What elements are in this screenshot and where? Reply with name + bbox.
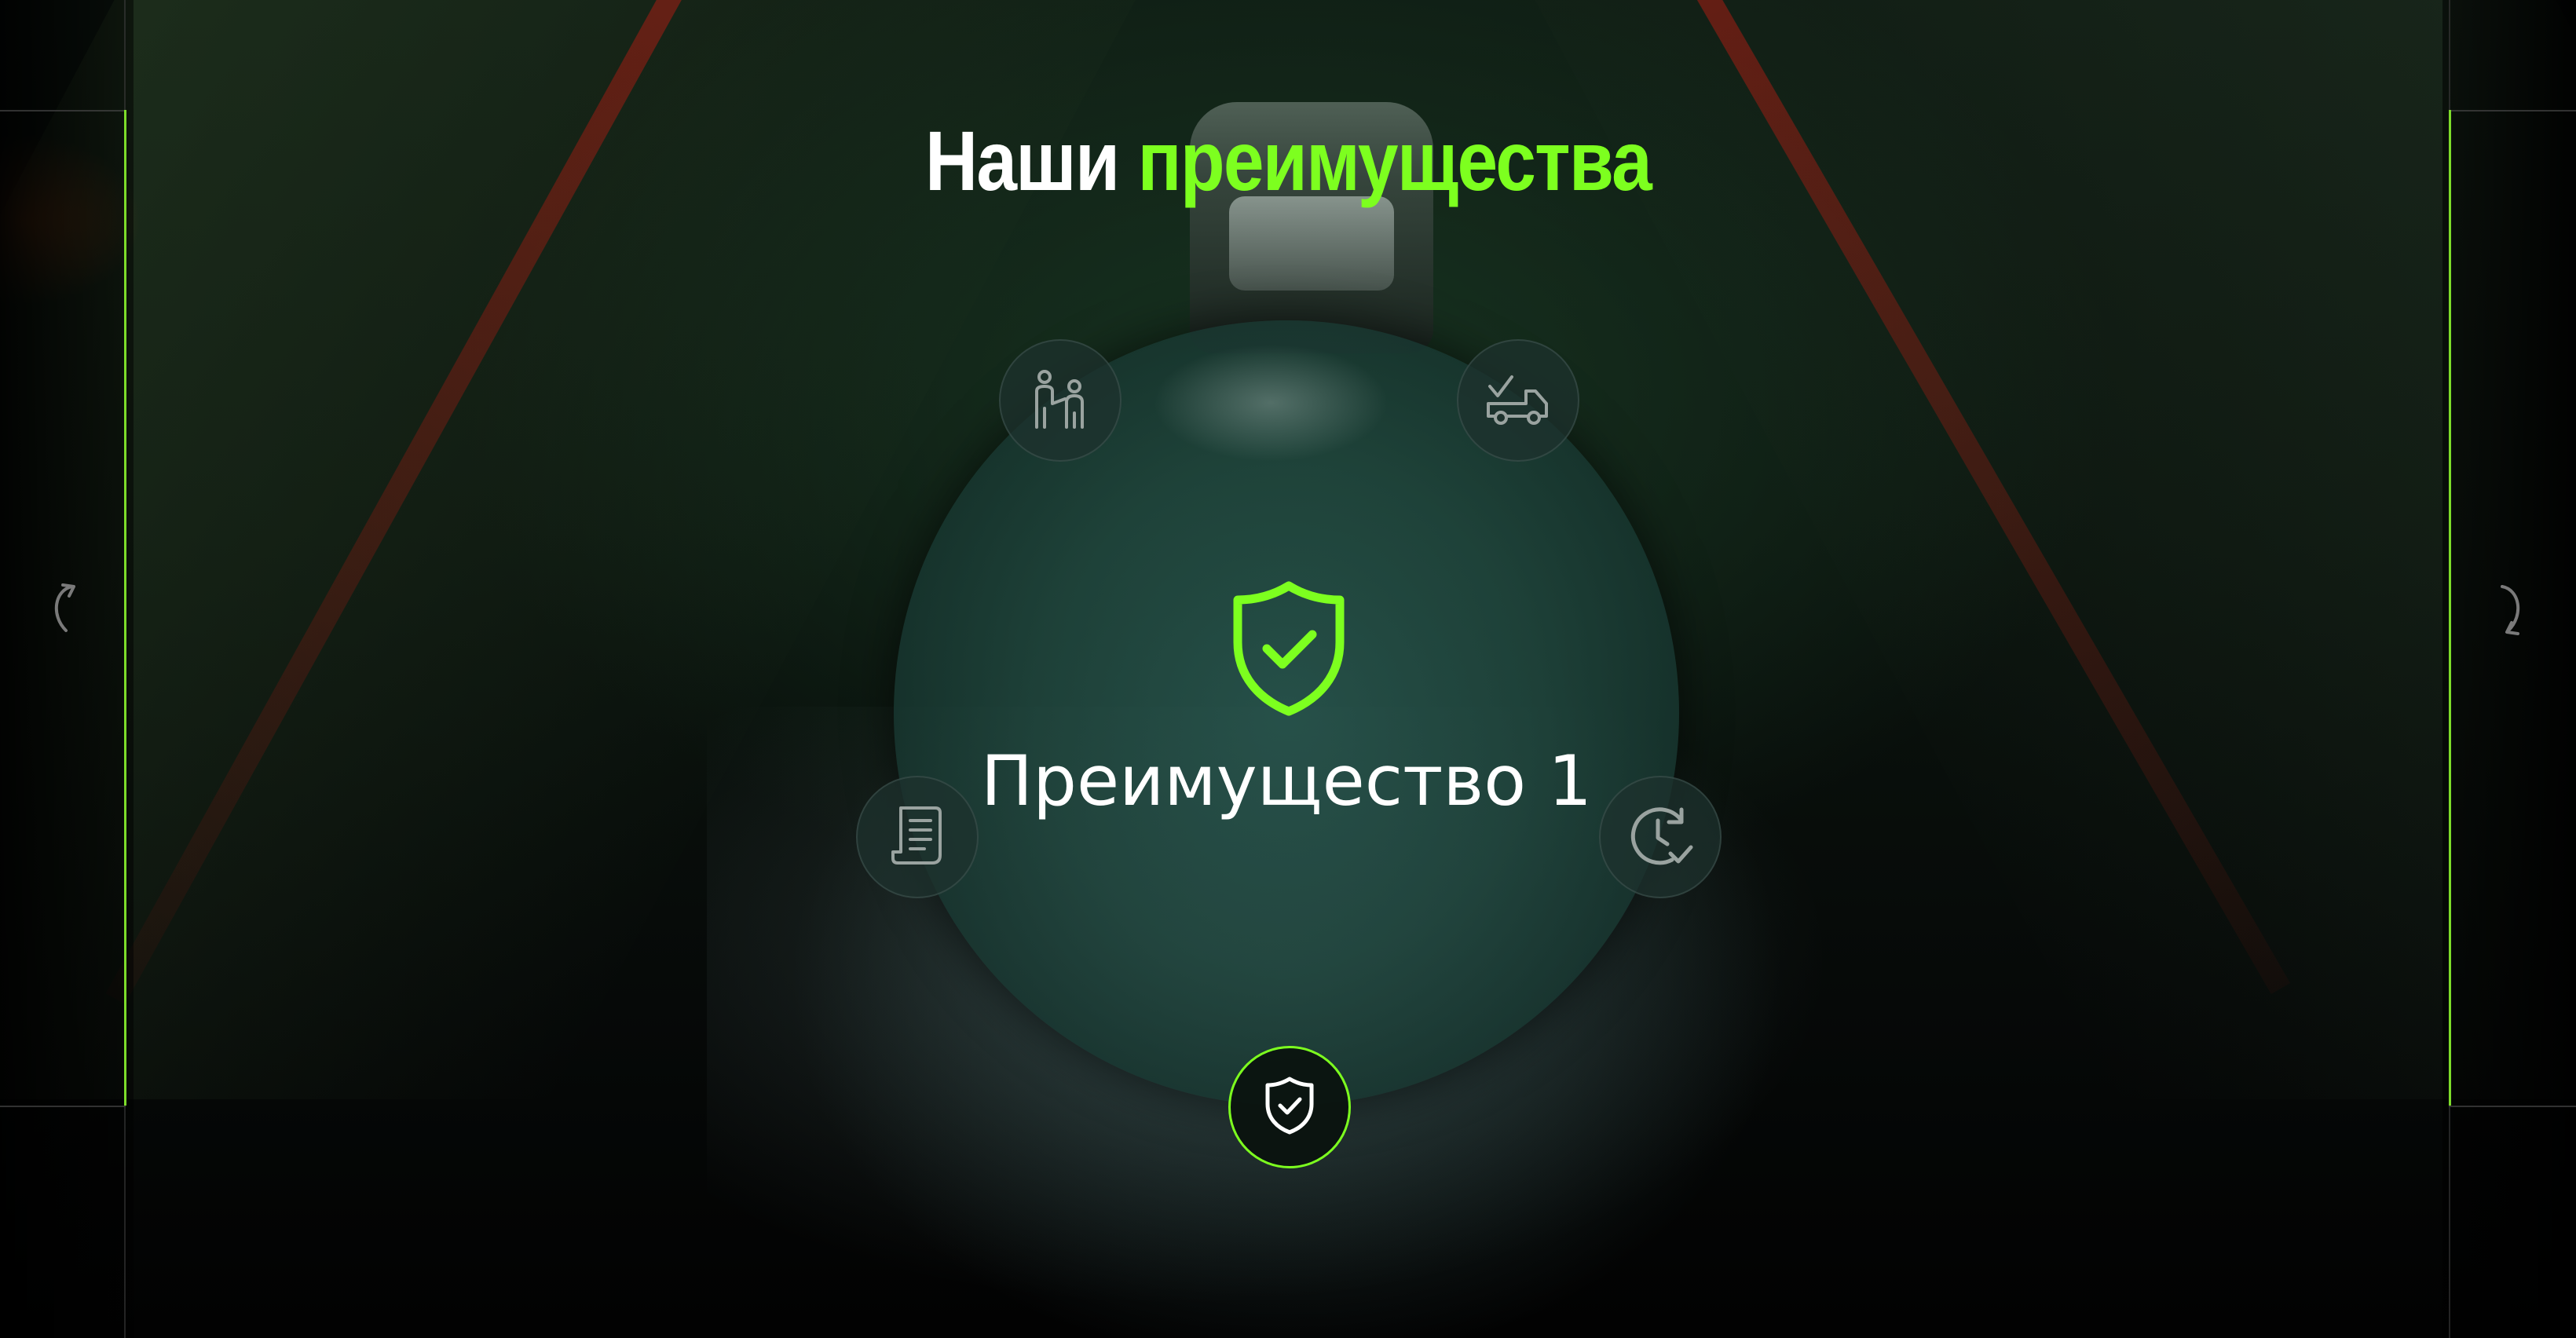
feature-title: Преимущество 1 — [980, 740, 1593, 821]
shield-check-icon — [1231, 579, 1346, 718]
orbit-button-people[interactable] — [999, 339, 1122, 462]
orbit-button-time[interactable] — [1599, 776, 1722, 898]
arrow-prev-icon — [46, 580, 80, 640]
vignette-right — [2442, 0, 2576, 1338]
next-button[interactable] — [2480, 579, 2543, 642]
truck-check-icon — [1485, 371, 1551, 430]
title-prefix: Наши — [924, 113, 1120, 208]
accent-line-right — [2449, 110, 2451, 1106]
people-icon — [1030, 367, 1090, 433]
frame-line-bottom-left — [0, 1106, 126, 1107]
prev-button[interactable] — [31, 579, 94, 642]
orbit-button-delivery[interactable] — [1457, 339, 1579, 462]
clock-check-icon — [1626, 802, 1694, 872]
frame-line-right-lower — [2449, 1106, 2450, 1338]
accent-line-left — [124, 110, 126, 1106]
frame-line-top-right — [2449, 110, 2576, 112]
vignette-left — [0, 0, 134, 1338]
shield-check-icon — [1264, 1076, 1315, 1139]
orbit-button-documents[interactable] — [856, 776, 979, 898]
frame-line-right-upper — [2449, 0, 2450, 110]
arrow-next-icon — [2494, 580, 2529, 640]
title-accent: преимущества — [1137, 113, 1652, 208]
frame-line-bottom-right — [2449, 1106, 2576, 1107]
orbit-button-protection[interactable] — [1228, 1046, 1351, 1168]
page-title: Наши преимущества — [181, 110, 2396, 212]
frame-line-left-lower — [124, 1106, 126, 1338]
frame-line-left-upper — [124, 0, 126, 110]
frame-line-top-left — [0, 110, 126, 112]
document-icon — [890, 803, 945, 871]
